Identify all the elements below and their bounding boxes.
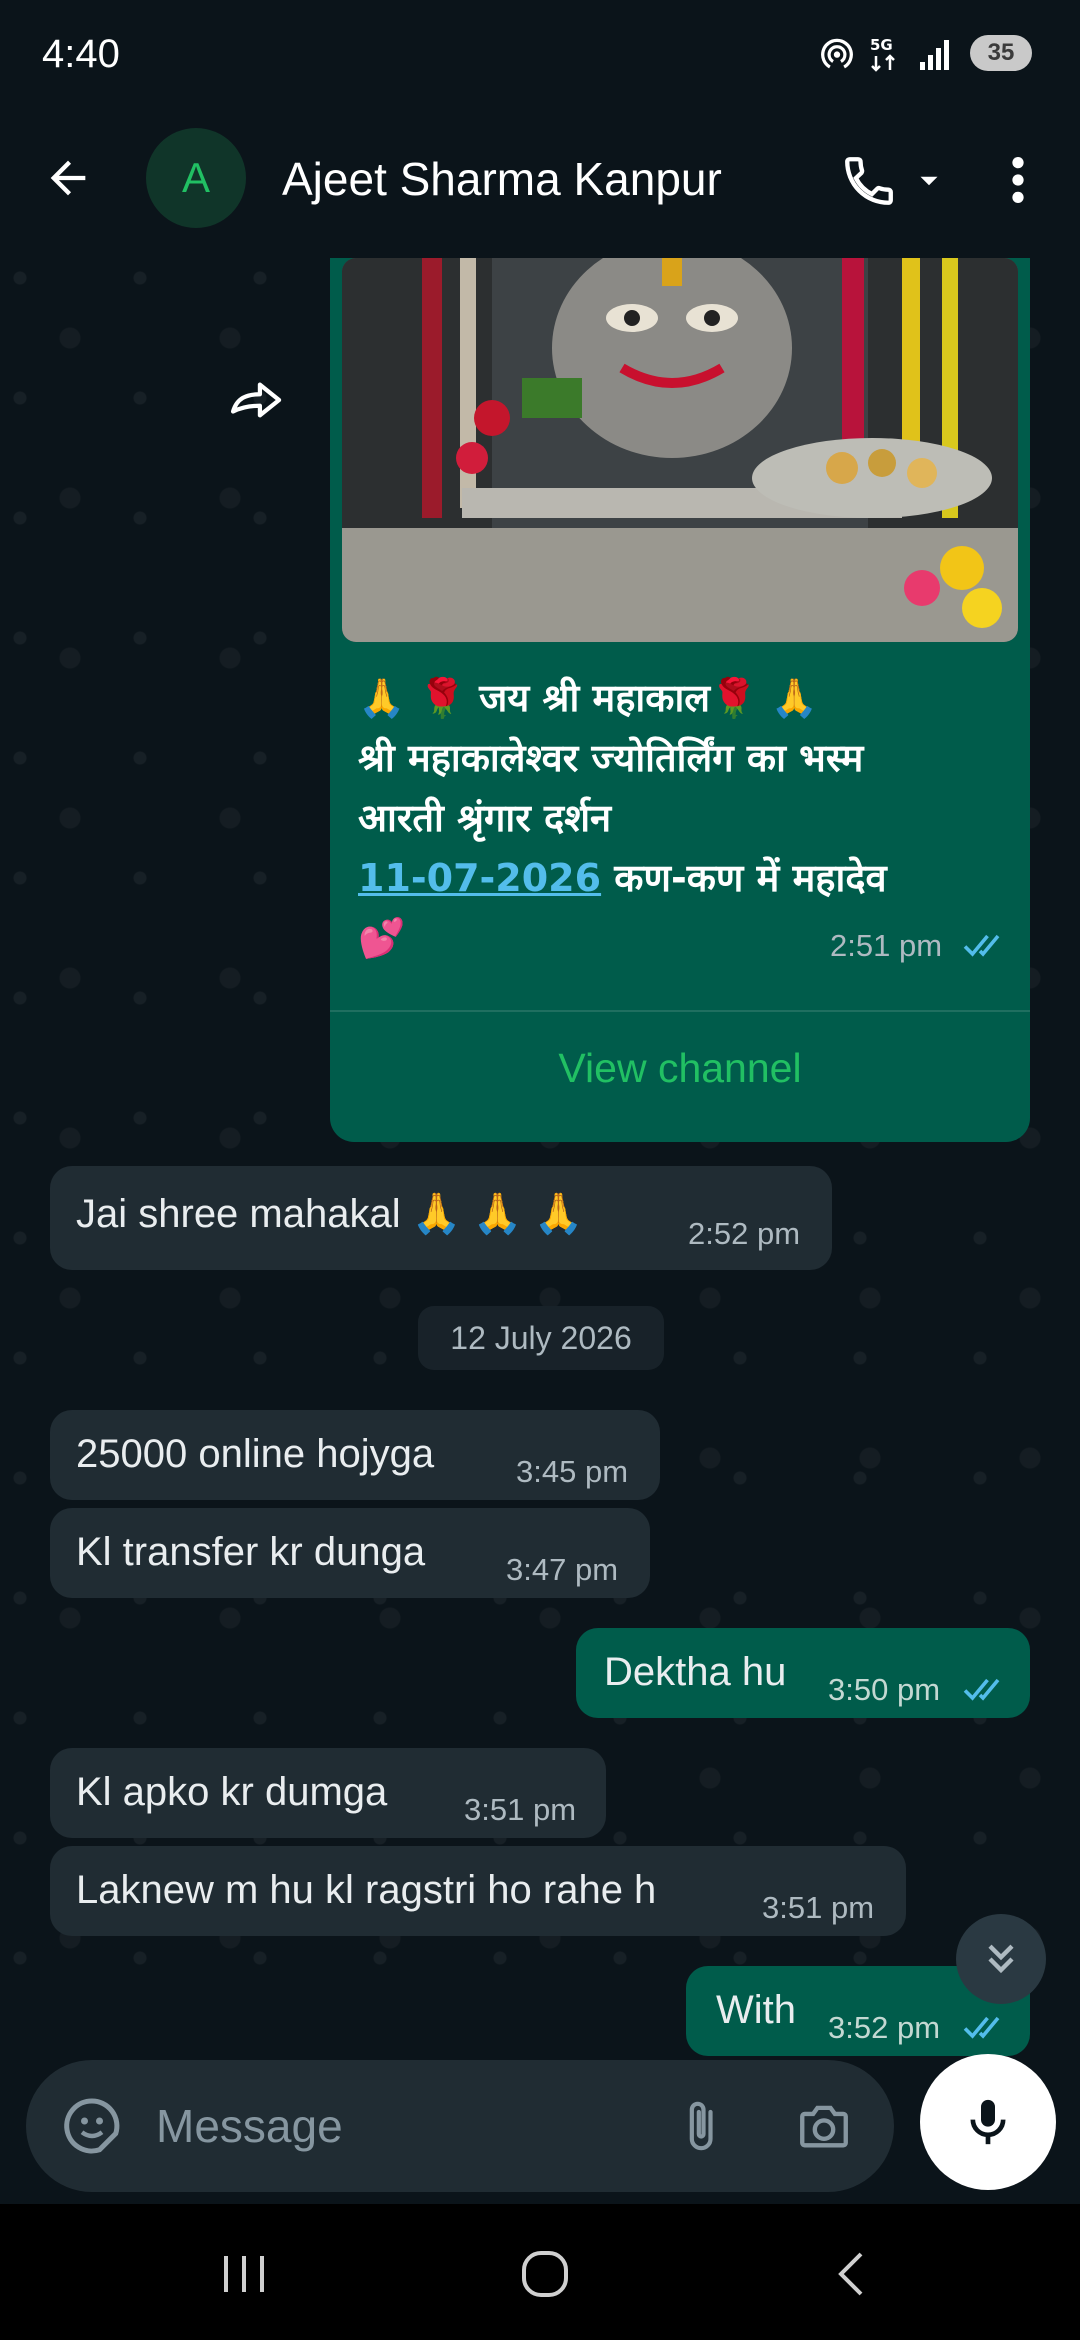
date-separator: 12 July 2026 <box>418 1306 664 1370</box>
avatar[interactable]: A <box>146 128 246 228</box>
caption-line: श्री महाकालेश्वर ज्योतिर्लिंग का भस्म <box>358 736 864 780</box>
message-composer <box>26 2060 894 2192</box>
camera-button[interactable] <box>788 2090 860 2162</box>
sticker-button[interactable] <box>56 2090 128 2162</box>
caption-line: आरती श्रृंगार दर्शन <box>358 796 612 840</box>
message-time: 3:51 pm <box>762 1890 875 1925</box>
status-bar: 4:40 5G 35 <box>0 0 1080 112</box>
message-time: 2:52 pm <box>688 1216 801 1251</box>
scroll-to-bottom-button[interactable] <box>956 1914 1046 2004</box>
message-bubble-incoming[interactable]: Kl transfer kr dunga 3:47 pm <box>50 1508 650 1598</box>
message-text: With <box>716 1988 796 2032</box>
read-ticks-icon <box>963 934 1000 957</box>
message-time: 3:51 pm <box>464 1792 577 1827</box>
phone-icon <box>845 157 893 205</box>
chat-header: A Ajeet Sharma Kanpur <box>0 112 1080 258</box>
message-bubble-incoming[interactable]: 25000 online hojyga 3:45 pm <box>50 1410 660 1500</box>
message-input[interactable] <box>156 2086 656 2166</box>
caption-line: 11-07-2026 कण-कण में महादेव <box>358 848 1008 908</box>
message-text: Jai shree mahakal 🙏 🙏 🙏 <box>76 1192 584 1236</box>
channel-post-caption: 🙏 🌹 जय श्री महाकाल🌹 🙏 श्री महाकालेश्वर ज… <box>358 668 1008 968</box>
message-time: 2:51 pm <box>830 928 943 963</box>
message-text: 25000 online hojyga <box>76 1432 435 1476</box>
message-text: Dektha hu <box>604 1650 787 1694</box>
chevron-down-icon <box>920 176 938 186</box>
forward-button[interactable] <box>222 364 294 436</box>
divider <box>330 1010 1030 1012</box>
call-button[interactable] <box>840 146 952 216</box>
more-vert-icon <box>1012 157 1024 203</box>
message-text: Laknew m hu kl ragstri ho rahe h <box>76 1868 657 1912</box>
more-options-button[interactable] <box>990 142 1046 218</box>
camera-icon <box>800 2105 848 2148</box>
5g-icon: 5G <box>870 36 895 72</box>
status-icons: 5G 35 <box>818 34 1032 72</box>
caption-line: 🙏 🌹 जय श्री महाकाल🌹 🙏 <box>358 676 818 720</box>
caption-date-link[interactable]: 11-07-2026 <box>358 856 601 900</box>
channel-post-bubble[interactable]: 🙏 🌹 जय श्री महाकाल🌹 🙏 श्री महाकालेश्वर ज… <box>330 258 1030 1142</box>
hotspot-icon <box>821 38 853 69</box>
signal-icon <box>920 40 949 70</box>
double-chevron-down-icon <box>988 1944 1014 1974</box>
message-time: 3:47 pm <box>506 1552 619 1587</box>
system-navigation-bar <box>0 2204 1080 2340</box>
recent-apps-button[interactable] <box>200 2234 290 2314</box>
svg-text:5G: 5G <box>870 36 893 54</box>
attach-button[interactable] <box>664 2090 736 2162</box>
chat-area[interactable]: 🙏 🌹 जय श्री महाकाल🌹 🙏 श्री महाकालेश्वर ज… <box>0 258 1080 2064</box>
message-bubble-incoming[interactable]: Kl apko kr dumga 3:51 pm <box>50 1748 606 1838</box>
back-button[interactable] <box>32 142 104 214</box>
message-text: Kl transfer kr dunga <box>76 1530 426 1574</box>
message-text: Kl apko kr dumga <box>76 1770 388 1814</box>
status-time: 4:40 <box>42 32 120 76</box>
back-chevron-icon <box>838 2252 863 2296</box>
forward-icon <box>230 382 282 418</box>
back-nav-button[interactable] <box>806 2234 896 2314</box>
home-button[interactable] <box>500 2234 590 2314</box>
temple-photo <box>342 258 1018 642</box>
message-bubble-incoming[interactable]: Laknew m hu kl ragstri ho rahe h 3:51 pm <box>50 1846 906 1936</box>
message-time: 3:52 pm <box>828 2010 941 2045</box>
microphone-icon <box>970 2099 1006 2145</box>
recent-apps-icon <box>224 2256 264 2292</box>
message-bubble-incoming[interactable]: Jai shree mahakal 🙏 🙏 🙏 2:52 pm <box>50 1166 832 1270</box>
caption-text: कण-कण में महादेव <box>601 856 887 900</box>
home-icon <box>522 2251 568 2297</box>
sticker-icon <box>64 2098 120 2154</box>
channel-post-image[interactable] <box>342 258 1018 642</box>
voice-message-button[interactable] <box>920 2054 1056 2190</box>
message-time: 3:50 pm <box>828 1672 941 1707</box>
read-ticks-icon <box>963 2016 1000 2039</box>
message-time: 3:45 pm <box>516 1454 629 1489</box>
view-channel-button[interactable]: View channel <box>330 1028 1030 1108</box>
back-arrow-icon <box>50 160 86 196</box>
read-ticks-icon <box>963 1678 1000 1701</box>
message-bubble-outgoing[interactable]: Dektha hu 3:50 pm <box>576 1628 1030 1718</box>
battery-icon: 35 <box>970 35 1032 71</box>
paperclip-icon <box>689 2101 713 2151</box>
contact-name[interactable]: Ajeet Sharma Kanpur <box>282 152 722 206</box>
